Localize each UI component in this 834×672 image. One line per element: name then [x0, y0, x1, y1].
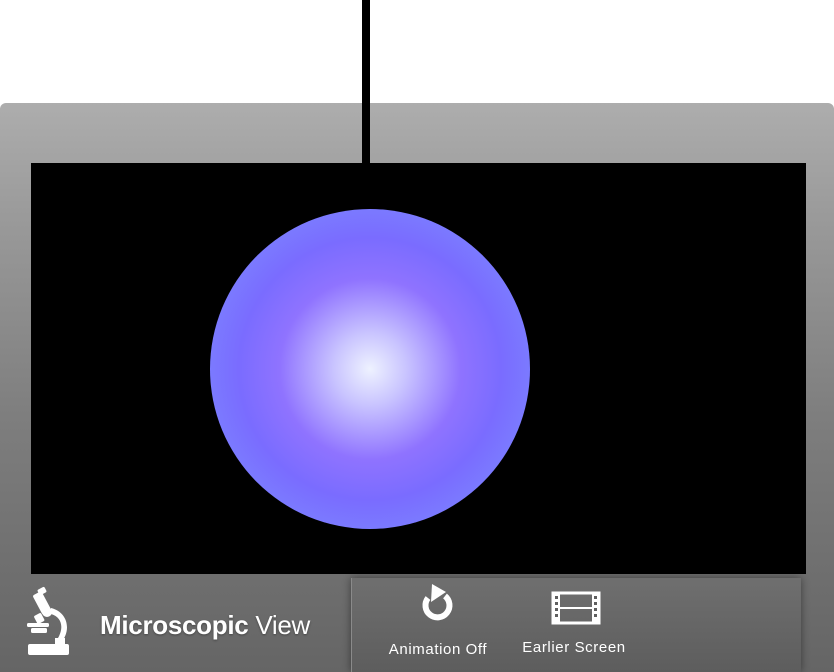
earlier-screen-button[interactable]: Earlier Screen — [514, 578, 634, 672]
refresh-icon — [422, 584, 453, 621]
animation-toggle-label: Animation Off — [388, 641, 488, 658]
film-strip-icon — [551, 591, 601, 625]
probe-wire — [362, 0, 370, 166]
microscope-icon — [27, 587, 69, 655]
controls-panel: Animation Off Earlier Screen — [351, 578, 801, 672]
microscopic-viewport — [31, 163, 806, 574]
view-label-area: Microscopic View — [0, 576, 350, 672]
particle-sphere — [210, 209, 530, 529]
view-title-rest: View — [248, 610, 311, 640]
animation-toggle-button[interactable]: Animation Off — [380, 578, 496, 672]
view-title: Microscopic View — [100, 610, 310, 641]
earlier-screen-label: Earlier Screen — [522, 639, 626, 656]
view-title-bold: Microscopic — [100, 610, 249, 640]
